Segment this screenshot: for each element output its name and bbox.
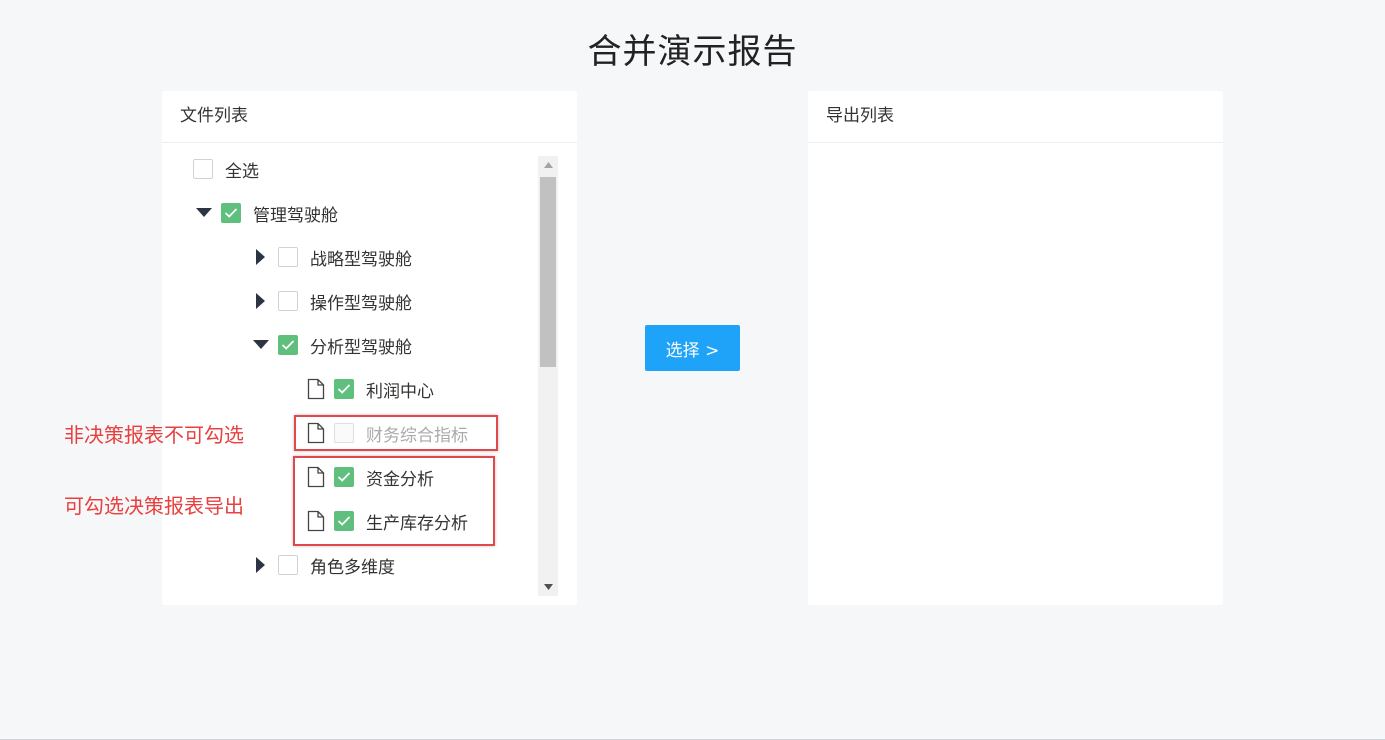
file-list-header: 文件列表 — [162, 91, 577, 143]
role-multidimension-checkbox[interactable] — [278, 555, 298, 575]
analytical-cockpit-checkbox[interactable] — [278, 335, 298, 355]
scroll-up-arrow-icon[interactable] — [538, 156, 558, 174]
select-button[interactable]: 选择 > — [645, 325, 740, 371]
caret-down-icon[interactable] — [252, 336, 270, 354]
scrollbar-thumb[interactable] — [540, 177, 556, 367]
export-list-panel: 导出列表 — [808, 91, 1223, 605]
check-icon — [281, 340, 295, 350]
caret-right-icon[interactable] — [252, 556, 270, 574]
operational-cockpit-checkbox[interactable] — [278, 291, 298, 311]
management-cockpit-checkbox[interactable] — [221, 203, 241, 223]
caret-right-icon[interactable] — [252, 248, 270, 266]
tree-item-label: 角色多维度 — [310, 557, 395, 578]
tree-item-operational-cockpit[interactable]: 操作型驾驶舱 — [252, 279, 412, 323]
caret-right-icon[interactable] — [252, 292, 270, 310]
tree-item-strategic-cockpit[interactable]: 战略型驾驶舱 — [252, 235, 412, 279]
tree-item-label: 管理驾驶舱 — [253, 205, 338, 226]
annotation-not-selectable: 非决策报表不可勾选 — [64, 423, 244, 447]
tree-item-label: 全选 — [225, 161, 259, 182]
profit-center-checkbox[interactable] — [334, 379, 354, 399]
select-all-checkbox[interactable] — [193, 159, 213, 179]
export-list-header: 导出列表 — [808, 91, 1223, 143]
tree-item-label: 分析型驾驶舱 — [310, 337, 412, 358]
check-icon — [337, 384, 351, 394]
highlight-box-disabled — [294, 415, 498, 451]
scroll-down-arrow-icon[interactable] — [538, 578, 558, 596]
tree-item-profit-center[interactable]: 利润中心 — [307, 367, 434, 411]
page-title: 合并演示报告 — [587, 32, 798, 72]
tree-scrollbar[interactable] — [538, 156, 558, 596]
strategic-cockpit-checkbox[interactable] — [278, 247, 298, 267]
tree-item-label: 操作型驾驶舱 — [310, 293, 412, 314]
tree-item-select-all[interactable]: 全选 — [193, 147, 259, 191]
tree-item-label: 战略型驾驶舱 — [310, 249, 412, 270]
annotation-selectable: 可勾选决策报表导出 — [64, 494, 244, 518]
highlight-box-selectable — [293, 456, 495, 546]
tree-item-role-multidimension[interactable]: 角色多维度 — [252, 543, 395, 587]
tree-item-management-cockpit[interactable]: 管理驾驶舱 — [195, 191, 338, 235]
caret-down-icon[interactable] — [195, 204, 213, 222]
document-icon — [307, 378, 327, 400]
check-icon — [224, 208, 238, 218]
tree-item-label: 利润中心 — [366, 381, 434, 402]
tree-item-analytical-cockpit[interactable]: 分析型驾驶舱 — [252, 323, 412, 367]
